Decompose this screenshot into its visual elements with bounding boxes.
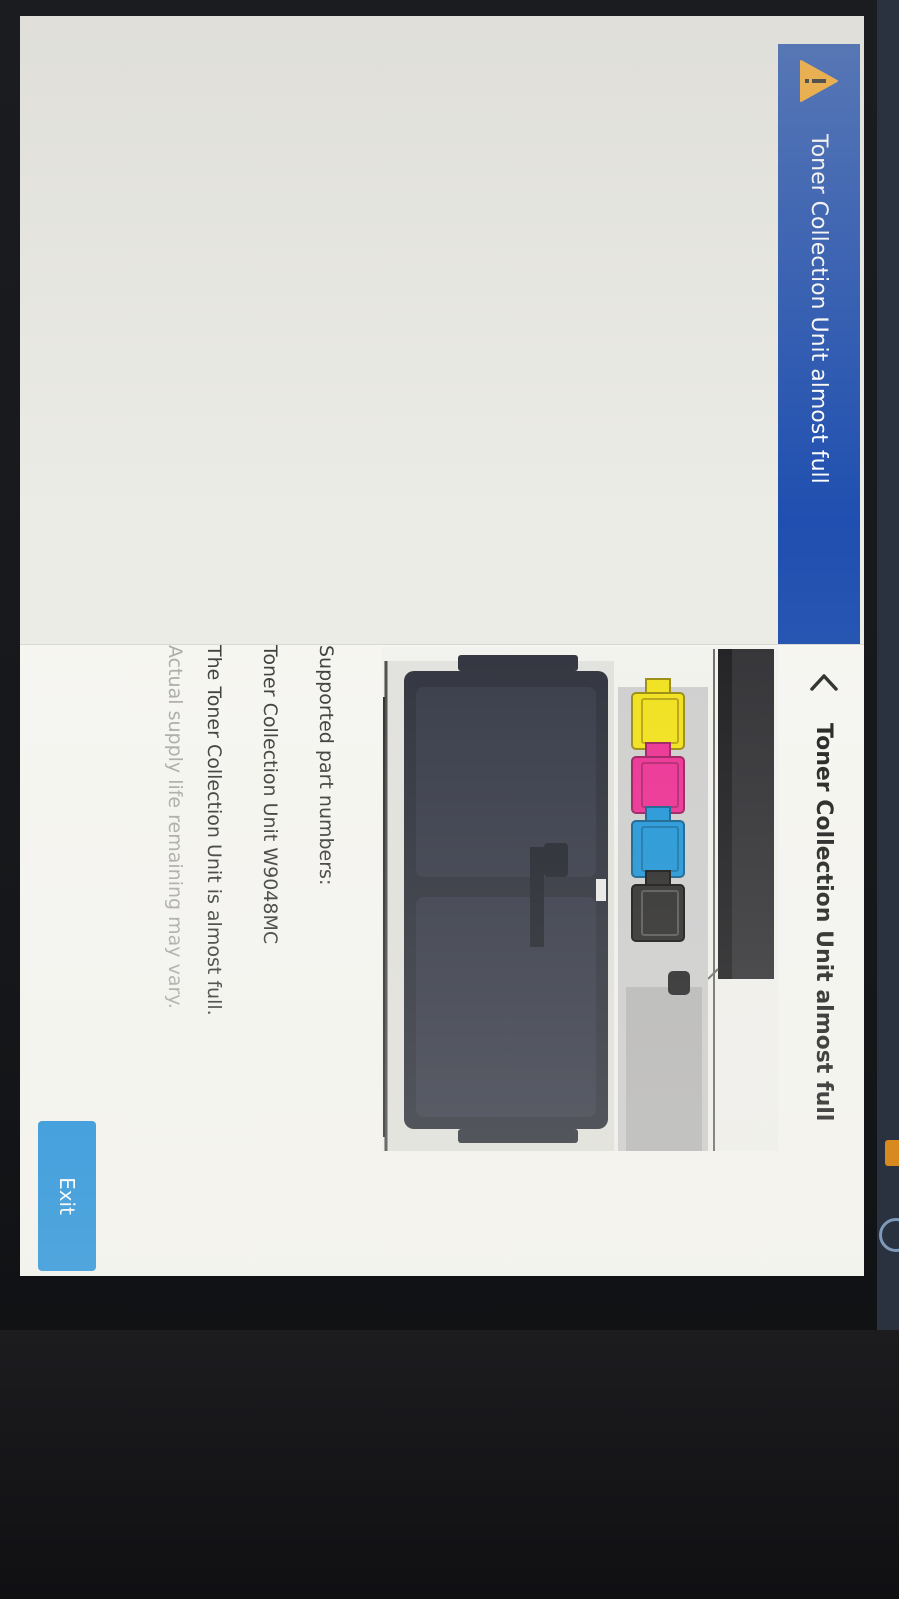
status-indicator-icon: [885, 1140, 899, 1166]
detail-panel: Toner Collection Unit almost full Suppor…: [20, 644, 864, 1276]
page-title: Toner Collection Unit almost full: [811, 723, 837, 1122]
chevron-left-icon: [810, 674, 838, 691]
status-panel: Toner Collection Unit almost full: [20, 16, 864, 644]
supply-life-note: Actual supply life remaining may vary.: [164, 645, 186, 1009]
exit-button[interactable]: Exit: [38, 1121, 96, 1271]
part-number-line: Toner Collection Unit W9048MC: [259, 645, 281, 945]
alert-banner[interactable]: Toner Collection Unit almost full: [778, 44, 860, 644]
back-button[interactable]: [799, 657, 849, 707]
printer-display: Toner Collection Unit almost full Toner …: [20, 16, 864, 1276]
info-text-block: Supported part numbers: Toner Collection…: [164, 645, 354, 1245]
status-message: The Toner Collection Unit is almost full…: [203, 645, 225, 1016]
device-side-edge: [877, 0, 899, 1330]
alert-banner-title: Toner Collection Unit almost full: [806, 134, 832, 484]
warning-triangle-icon: [798, 58, 840, 104]
toner-collection-unit-illustration: [382, 647, 778, 1151]
device-lower-bezel: [0, 1330, 899, 1599]
collection-unit: [404, 655, 608, 1143]
detail-header: Toner Collection Unit almost full: [784, 645, 864, 1276]
supported-parts-heading: Supported part numbers:: [315, 645, 337, 886]
